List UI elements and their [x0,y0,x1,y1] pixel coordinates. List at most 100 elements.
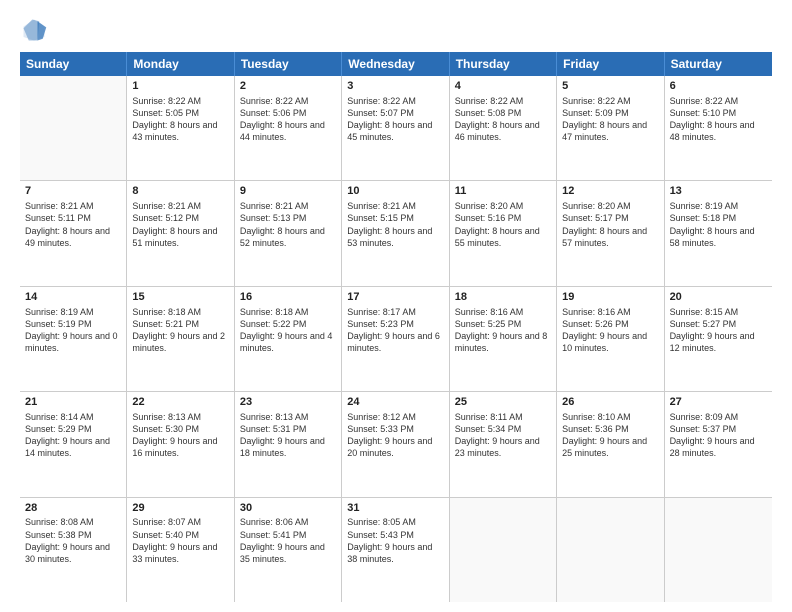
daylight-info: Daylight: 9 hours and 4 minutes. [240,330,336,354]
day-number: 14 [25,290,121,305]
sunset-info: Sunset: 5:15 PM [347,212,443,224]
sunrise-info: Sunrise: 8:17 AM [347,306,443,318]
calendar-day-18: 18Sunrise: 8:16 AMSunset: 5:25 PMDayligh… [450,287,557,391]
day-number: 8 [132,184,228,199]
sunrise-info: Sunrise: 8:13 AM [132,411,228,423]
calendar-day-21: 21Sunrise: 8:14 AMSunset: 5:29 PMDayligh… [20,392,127,496]
calendar-day-8: 8Sunrise: 8:21 AMSunset: 5:12 PMDaylight… [127,181,234,285]
calendar-day-14: 14Sunrise: 8:19 AMSunset: 5:19 PMDayligh… [20,287,127,391]
calendar-day-9: 9Sunrise: 8:21 AMSunset: 5:13 PMDaylight… [235,181,342,285]
sunset-info: Sunset: 5:13 PM [240,212,336,224]
day-number: 7 [25,184,121,199]
daylight-info: Daylight: 9 hours and 20 minutes. [347,435,443,459]
day-number: 17 [347,290,443,305]
day-number: 9 [240,184,336,199]
calendar-day-6: 6Sunrise: 8:22 AMSunset: 5:10 PMDaylight… [665,76,772,180]
sunrise-info: Sunrise: 8:05 AM [347,516,443,528]
sunset-info: Sunset: 5:34 PM [455,423,551,435]
day-number: 1 [132,79,228,94]
page: SundayMondayTuesdayWednesdayThursdayFrid… [0,0,792,612]
day-number: 2 [240,79,336,94]
sunrise-info: Sunrise: 8:19 AM [670,200,767,212]
day-number: 4 [455,79,551,94]
sunrise-info: Sunrise: 8:14 AM [25,411,121,423]
daylight-info: Daylight: 9 hours and 18 minutes. [240,435,336,459]
weekday-header-wednesday: Wednesday [342,52,449,76]
sunrise-info: Sunrise: 8:18 AM [240,306,336,318]
weekday-header-sunday: Sunday [20,52,127,76]
header [20,16,772,44]
calendar-header: SundayMondayTuesdayWednesdayThursdayFrid… [20,52,772,76]
logo [20,16,52,44]
sunrise-info: Sunrise: 8:16 AM [562,306,658,318]
calendar-day-15: 15Sunrise: 8:18 AMSunset: 5:21 PMDayligh… [127,287,234,391]
day-number: 19 [562,290,658,305]
calendar-day-23: 23Sunrise: 8:13 AMSunset: 5:31 PMDayligh… [235,392,342,496]
daylight-info: Daylight: 9 hours and 2 minutes. [132,330,228,354]
daylight-info: Daylight: 8 hours and 57 minutes. [562,225,658,249]
day-number: 15 [132,290,228,305]
sunset-info: Sunset: 5:22 PM [240,318,336,330]
calendar-day-25: 25Sunrise: 8:11 AMSunset: 5:34 PMDayligh… [450,392,557,496]
calendar-day-13: 13Sunrise: 8:19 AMSunset: 5:18 PMDayligh… [665,181,772,285]
weekday-header-thursday: Thursday [450,52,557,76]
sunset-info: Sunset: 5:19 PM [25,318,121,330]
sunset-info: Sunset: 5:08 PM [455,107,551,119]
calendar-body: 1Sunrise: 8:22 AMSunset: 5:05 PMDaylight… [20,76,772,602]
calendar-day-4: 4Sunrise: 8:22 AMSunset: 5:08 PMDaylight… [450,76,557,180]
daylight-info: Daylight: 9 hours and 35 minutes. [240,541,336,565]
sunset-info: Sunset: 5:12 PM [132,212,228,224]
sunset-info: Sunset: 5:40 PM [132,529,228,541]
sunset-info: Sunset: 5:31 PM [240,423,336,435]
sunrise-info: Sunrise: 8:22 AM [240,95,336,107]
calendar-week-1: 1 Sunrise: 8:22 AM Sunset: 5:05 PMDaylight… [20,76,772,181]
sunrise-info: Sunrise: 8:22 AM [670,95,767,107]
day-number: 30 [240,501,336,516]
daylight-info: Daylight: 8 hours and 53 minutes. [347,225,443,249]
calendar-day-3: 3Sunrise: 8:22 AMSunset: 5:07 PMDaylight… [342,76,449,180]
sunrise-info: Sunrise: 8:10 AM [562,411,658,423]
sunset-info: Sunset: 5:05 PM [132,107,228,119]
day-number: 5 [562,79,658,94]
calendar-day-12: 12Sunrise: 8:20 AMSunset: 5:17 PMDayligh… [557,181,664,285]
calendar-day-27: 27Sunrise: 8:09 AMSunset: 5:37 PMDayligh… [665,392,772,496]
weekday-header-saturday: Saturday [665,52,772,76]
day-number: 27 [670,395,767,410]
sunset-info: Sunset: 5:27 PM [670,318,767,330]
sunrise-info: Sunrise: 8:07 AM [132,516,228,528]
calendar-day-2: 2Sunrise: 8:22 AMSunset: 5:06 PMDaylight… [235,76,342,180]
daylight-info: Daylight: 8 hours and 55 minutes. [455,225,551,249]
calendar-week-5: 28Sunrise: 8:08 AMSunset: 5:38 PMDayligh… [20,498,772,602]
calendar-day-5: 5Sunrise: 8:22 AMSunset: 5:09 PMDaylight… [557,76,664,180]
sunset-info: Sunset: 5:06 PM [240,107,336,119]
day-number: 3 [347,79,443,94]
calendar-day-empty [557,498,664,602]
sunrise-info: Sunrise: 8:21 AM [25,200,121,212]
day-number: 10 [347,184,443,199]
sunset-info: Sunset: 5:17 PM [562,212,658,224]
sunrise-info: Sunrise: 8:20 AM [562,200,658,212]
daylight-info: Daylight: 9 hours and 33 minutes. [132,541,228,565]
weekday-header-friday: Friday [557,52,664,76]
calendar-day-7: 7Sunrise: 8:21 AMSunset: 5:11 PMDaylight… [20,181,127,285]
day-number: 18 [455,290,551,305]
daylight-info: Daylight: 9 hours and 30 minutes. [25,541,121,565]
sunrise-info: Sunrise: 8:15 AM [670,306,767,318]
day-number: 6 [670,79,767,94]
daylight-info: Daylight: 9 hours and 38 minutes. [347,541,443,565]
calendar-day-19: 19Sunrise: 8:16 AMSunset: 5:26 PMDayligh… [557,287,664,391]
calendar-day-17: 17Sunrise: 8:17 AMSunset: 5:23 PMDayligh… [342,287,449,391]
daylight-info: Daylight: 9 hours and 8 minutes. [455,330,551,354]
day-number: 25 [455,395,551,410]
daylight-info: Daylight: 8 hours and 43 minutes. [132,119,228,143]
sunrise-info: Sunrise: 8:22 AM [347,95,443,107]
sunrise-info: Sunrise: 8:06 AM [240,516,336,528]
sunset-info: Sunset: 5:26 PM [562,318,658,330]
calendar: SundayMondayTuesdayWednesdayThursdayFrid… [20,52,772,602]
sunrise-info: Sunrise: 8:18 AM [132,306,228,318]
daylight-info: Daylight: 8 hours and 49 minutes. [25,225,121,249]
sunset-info: Sunset: 5:16 PM [455,212,551,224]
sunset-info: Sunset: 5:30 PM [132,423,228,435]
day-number: 12 [562,184,658,199]
calendar-day-22: 22Sunrise: 8:13 AMSunset: 5:30 PMDayligh… [127,392,234,496]
